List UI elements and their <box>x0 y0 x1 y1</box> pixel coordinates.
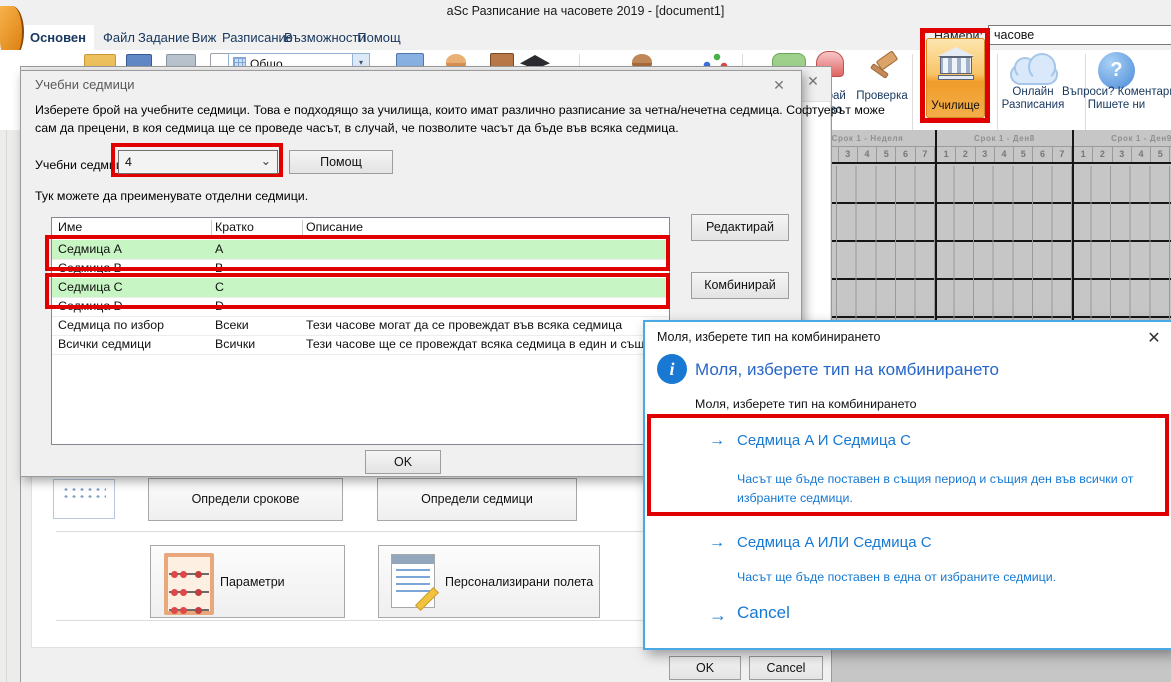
online-timetables-button[interactable]: Онлайн Разписания <box>1000 46 1066 112</box>
tab-osnoven[interactable]: Основен <box>22 25 94 50</box>
grid-group-header: Срок 1 - Ден8 <box>935 130 1072 147</box>
school-ok-button[interactable]: OK <box>669 656 741 680</box>
online-label-2: Разписания <box>1000 99 1066 111</box>
col-short[interactable]: Кратко <box>215 220 254 234</box>
custom-fields-button[interactable]: Персонализирани полета <box>378 545 600 618</box>
combine-cancel-label: Cancel <box>737 603 790 623</box>
school-cancel-button[interactable]: Cancel <box>749 656 823 680</box>
notepad-pencil-icon <box>391 554 435 608</box>
weeks-description-line2: сам да прецени, в коя седмица ще се пров… <box>35 121 679 135</box>
app-window: aSc Разписание на часовете 2019 - [docum… <box>0 0 1171 682</box>
help-button[interactable]: Помощ <box>289 150 393 174</box>
arrow-icon: → <box>709 534 725 552</box>
tab-fail[interactable]: Файл <box>98 25 140 50</box>
tab-pomosht[interactable]: Помощ <box>356 25 402 50</box>
define-terms-button[interactable]: Определи срокове <box>148 478 343 521</box>
combine-option-or-desc: Часът ще бъде поставен в една от избрани… <box>737 570 1056 584</box>
highlight-school-button <box>920 28 990 123</box>
combine-type-dialog: Моля, изберете тип на комбинирането ✕ i … <box>643 320 1171 650</box>
parameters-label: Параметри <box>220 575 285 589</box>
questions-label-2: Пишете ни <box>1062 99 1171 111</box>
question-icon: ? <box>1098 52 1135 89</box>
custom-fields-label: Персонализирани полета <box>445 575 593 589</box>
bell-times-icon[interactable] <box>53 479 115 519</box>
grid-period-numbers: 1234567 <box>1072 147 1171 164</box>
col-desc[interactable]: Описание <box>306 220 363 234</box>
online-label-1: Онлайн <box>1000 86 1066 98</box>
ribbon-tab-bar: Основен Файл Задание Виж Разписание Възм… <box>0 22 1171 50</box>
tab-razpisanie[interactable]: Разписание <box>222 25 284 50</box>
table-row-all-weeks[interactable]: Всички седмици Всички Тези часове ще се … <box>52 335 669 355</box>
table-row-any-week[interactable]: Седмица по избор Всеки Тези часове могат… <box>52 316 669 336</box>
close-icon[interactable]: ✕ <box>803 73 823 90</box>
grid-group-header: Срок 1 - Ден9 <box>1072 130 1171 147</box>
check-gavel-icon[interactable] <box>868 52 898 82</box>
weeks-count-value: 4 <box>119 155 132 169</box>
combine-option-or-label: Седмица A ИЛИ Седмица C <box>737 534 932 551</box>
combine-button[interactable]: Комбинирай <box>691 272 789 299</box>
abacus-icon <box>164 553 214 615</box>
cloud-icon <box>1010 64 1058 85</box>
weeks-ok-button[interactable]: OK <box>365 450 441 474</box>
parameters-button[interactable]: Параметри <box>150 545 345 618</box>
col-name[interactable]: Име <box>58 220 82 234</box>
grid-cells[interactable] <box>798 166 1171 320</box>
define-weeks-button[interactable]: Определи седмици <box>377 478 577 521</box>
weeks-dialog-title: Учебни седмици <box>35 77 135 92</box>
combine-heading: Моля, изберете тип на комбинирането <box>695 360 999 380</box>
rename-hint: Тук можете да преименувате отделни седми… <box>35 189 308 203</box>
edit-button[interactable]: Редактирай <box>691 214 789 241</box>
highlight-combine-and-option <box>647 414 1169 516</box>
window-title: aSc Разписание на часовете 2019 - [docum… <box>0 0 1171 22</box>
weeks-count-select[interactable]: 4 ⌄ <box>118 150 278 174</box>
info-icon: i <box>657 354 687 384</box>
close-icon[interactable]: ✕ <box>769 77 789 94</box>
tab-zadanie[interactable]: Задание <box>138 25 188 50</box>
questions-label-1: Въпроси? Коментари <box>1062 86 1171 98</box>
chevron-down-icon: ⌄ <box>261 150 271 172</box>
highlight-week-a-row <box>45 235 670 271</box>
grid-period-numbers: 1234567 <box>935 147 1072 164</box>
weeks-description-line1: Изберете брой на учебните седмици. Това … <box>35 103 885 117</box>
tab-vazmozhnosti[interactable]: Възможности <box>284 25 356 50</box>
questions-button[interactable]: ? Въпроси? Коментари Пишете ни <box>1062 46 1171 112</box>
find-input[interactable]: часове <box>988 25 1171 45</box>
check-button-label: Проверка <box>850 90 914 102</box>
window-left-edge <box>0 130 21 682</box>
close-icon[interactable]: ✕ <box>1143 328 1165 348</box>
combine-dialog-title: Моля, изберете тип на комбинирането <box>657 330 880 344</box>
arrow-icon: → <box>709 605 727 626</box>
highlight-week-c-row <box>45 273 670 309</box>
tab-vizh[interactable]: Виж <box>186 25 222 50</box>
combine-subtext: Моля, изберете тип на комбинирането <box>695 397 917 411</box>
